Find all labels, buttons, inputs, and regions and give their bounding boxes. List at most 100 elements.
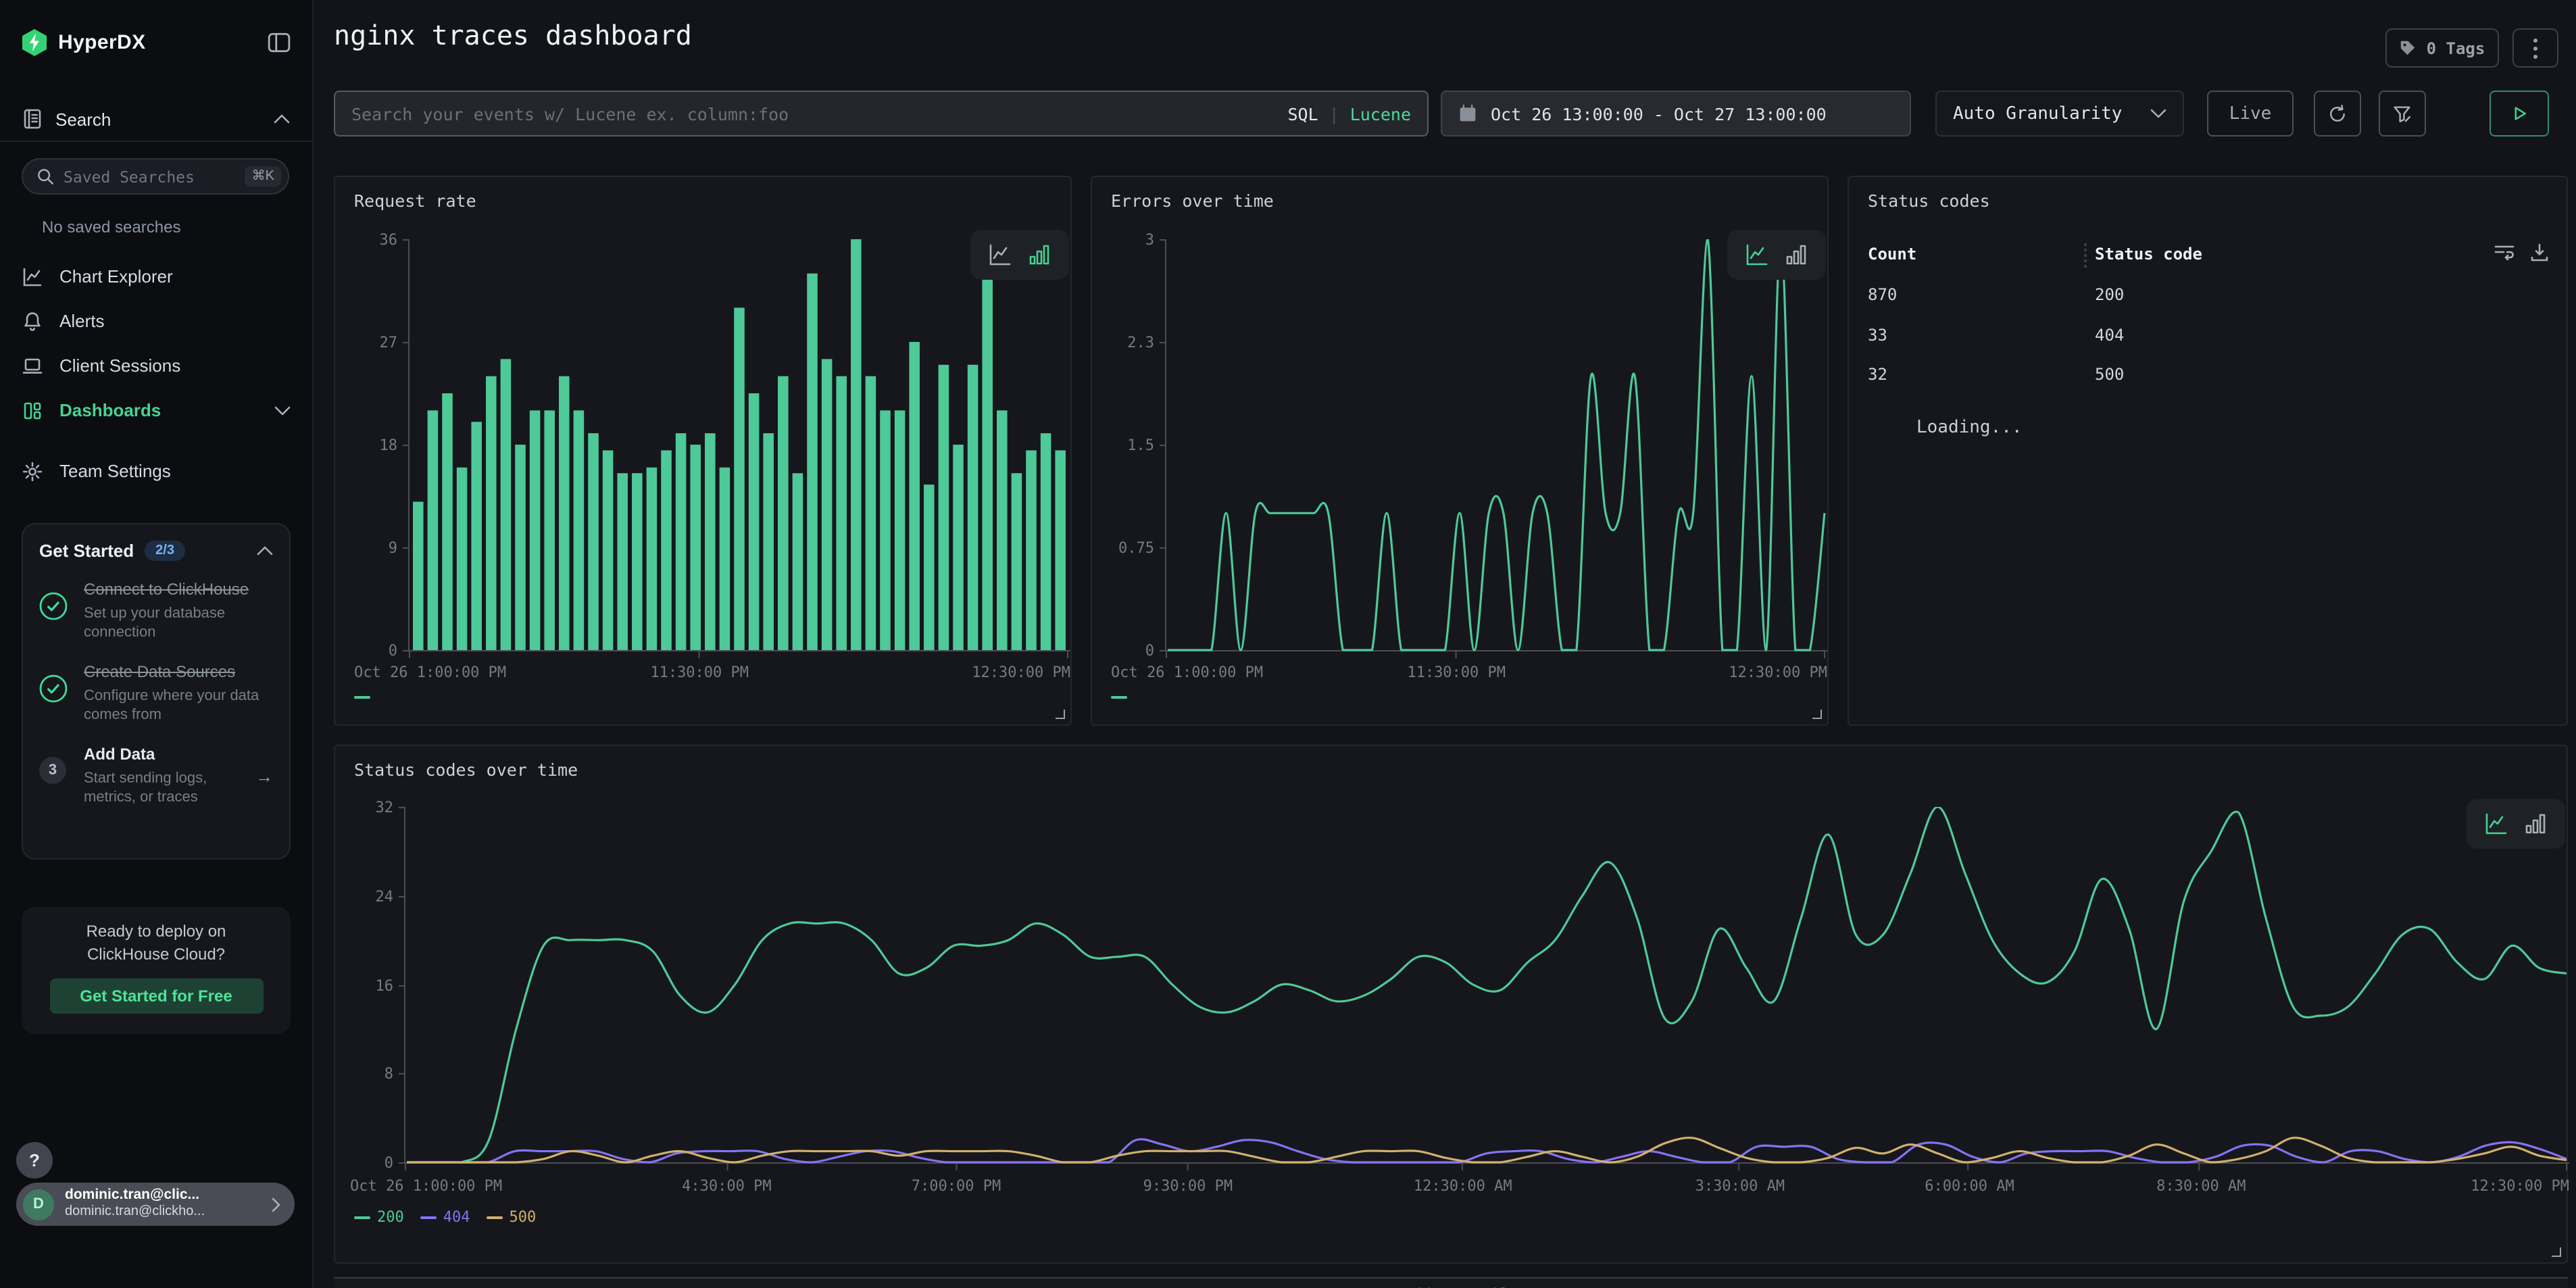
sql-toggle[interactable]: SQL (1287, 103, 1318, 124)
sidebar-item-label: Alerts (59, 311, 291, 331)
y-tick-label: 3 (1145, 231, 1154, 249)
y-tick-label: 0 (1145, 642, 1154, 660)
date-range-value: Oct 26 13:00:00 - Oct 27 13:00:00 (1491, 103, 1827, 124)
sidebar-collapse-icon[interactable] (268, 32, 291, 52)
download-icon[interactable] (2529, 242, 2550, 264)
sidebar-item-dashboards[interactable]: Dashboards (0, 388, 312, 432)
hyperdx-logo-icon (22, 28, 47, 56)
bar-chart-icon[interactable] (1029, 243, 1051, 266)
event-search-input[interactable]: Search your events w/ Lucene ex. column:… (334, 91, 1429, 137)
x-tick-label: 7:00:00 PM (912, 1177, 1001, 1195)
dashboard-grid-icon (22, 399, 43, 421)
chevron-down-icon (2150, 108, 2166, 119)
x-tick-label: 12:30:00 PM (972, 664, 1070, 681)
get-started-header[interactable]: Get Started 2/3 (39, 541, 273, 561)
get-started-item[interactable]: Connect to ClickHouseSet up your databas… (39, 580, 273, 642)
x-axis: Oct 26 1:00:00 PM11:30:00 PM12:30:00 PM (408, 664, 1070, 683)
x-tick-label: Oct 26 1:00:00 PM (350, 1177, 502, 1195)
wrap-rows-icon[interactable] (2494, 242, 2515, 264)
user-menu[interactable]: D dominic.tran@clic... dominic.tran@clic… (16, 1183, 295, 1226)
legend-dash (487, 1216, 503, 1218)
x-tick-label: 12:30:00 PM (2471, 1177, 2569, 1195)
user-email: dominic.tran@clickho... (65, 1205, 261, 1222)
sidebar-item-search[interactable]: Search (22, 105, 291, 132)
get-started-item[interactable]: 3 Add Data Start sending logs, metrics, or… (39, 745, 273, 808)
sidebar-item-team-settings[interactable]: Team Settings (0, 449, 312, 493)
legend-item[interactable]: 500 (487, 1208, 537, 1226)
refresh-button[interactable] (2314, 91, 2361, 137)
saved-searches-input[interactable]: Saved Searches ⌘K (22, 158, 289, 195)
chevron-up-icon (257, 546, 273, 555)
run-query-button[interactable] (2490, 91, 2549, 137)
bar-chart-icon[interactable] (2525, 812, 2548, 835)
x-tick-label: 11:30:00 PM (1407, 664, 1506, 681)
x-tick-label: 9:30:00 PM (1143, 1177, 1233, 1195)
sidebar-item-alerts[interactable]: Alerts (0, 299, 312, 343)
sidebar-item-label: Dashboards (59, 400, 258, 420)
hyperdx-app: HyperDX Search Saved Searches ⌘K No save… (0, 0, 2576, 1288)
x-tick-label: Oct 26 1:00:00 PM (354, 664, 506, 681)
search-icon (36, 168, 54, 185)
chart-plot (400, 239, 1070, 660)
sidebar-item-client-sessions[interactable]: Client Sessions (0, 343, 312, 388)
line-chart-icon[interactable] (1745, 243, 1768, 266)
logo-row: HyperDX (22, 27, 291, 57)
check-circle-icon (39, 592, 68, 620)
filter-button[interactable] (2379, 91, 2426, 137)
gear-icon (22, 460, 43, 482)
sidebar-nav: Chart Explorer Alerts Client Sessions Dashb… (0, 254, 312, 493)
main-content: nginx traces dashboard 0 Tags Search you… (312, 0, 2576, 1288)
tags-button[interactable]: 0 Tags (2385, 28, 2499, 68)
dashboard-menu-button[interactable] (2512, 28, 2558, 68)
line-chart-icon[interactable] (988, 243, 1011, 266)
resize-handle[interactable] (1056, 710, 1065, 719)
y-axis: 32.31.50.750 (1103, 239, 1154, 650)
legend-item[interactable] (1111, 696, 1127, 699)
granularity-select[interactable]: Auto Granularity (1935, 91, 2184, 137)
cell-count: 32 (1868, 365, 1887, 384)
sidebar-item-chart-explorer[interactable]: Chart Explorer (0, 254, 312, 299)
column-header-count[interactable]: Count (1868, 245, 1916, 264)
x-axis: Oct 26 1:00:00 PM11:30:00 PM12:30:00 PM (1165, 664, 1827, 683)
y-tick-label: 36 (380, 231, 398, 249)
chart-line-icon (22, 266, 43, 287)
legend-item[interactable] (354, 696, 370, 699)
event-search-placeholder: Search your events w/ Lucene ex. column:… (351, 103, 1277, 124)
y-axis: 36271890 (346, 239, 397, 650)
column-divider[interactable] (2084, 243, 2087, 268)
get-started-item-title: Add Data (84, 745, 239, 766)
x-tick-label: 11:30:00 PM (650, 664, 749, 681)
lucene-toggle[interactable]: Lucene (1350, 103, 1411, 124)
y-tick-label: 18 (380, 437, 398, 454)
sidebar-item-label: Search (55, 109, 261, 129)
column-header-status-code[interactable]: Status code (2095, 245, 2202, 264)
get-started-item-subtitle: Start sending logs, metrics, or traces (84, 769, 239, 808)
get-started-progress-badge: 2/3 (145, 541, 185, 561)
help-button[interactable]: ? (16, 1142, 53, 1179)
avatar: D (23, 1189, 54, 1220)
line-chart-icon[interactable] (2484, 812, 2507, 835)
table-header: Count Status code (1849, 245, 2567, 269)
sidebar-item-label: Client Sessions (59, 355, 291, 376)
y-tick-label: 24 (376, 888, 394, 906)
get-started-item[interactable]: Create Data SourcesConfigure where your … (39, 662, 273, 724)
resize-handle[interactable] (2552, 1247, 2561, 1257)
chart-plot (396, 807, 2569, 1172)
brand-name: HyperDX (58, 30, 257, 53)
cell-count: 870 (1868, 285, 1897, 304)
get-started-item-subtitle: Set up your database connection (84, 603, 273, 642)
step-number-badge: 3 (39, 758, 66, 785)
legend-item[interactable]: 404 (420, 1208, 470, 1226)
add-new-tile-button[interactable]: + Add New Tile (334, 1277, 2568, 1288)
legend-item[interactable]: 200 (354, 1208, 404, 1226)
bell-icon (22, 310, 43, 332)
date-range-input[interactable]: Oct 26 13:00:00 - Oct 27 13:00:00 (1441, 91, 1911, 137)
check-circle-icon (39, 674, 68, 703)
bar-chart-icon[interactable] (1785, 243, 1808, 266)
legend-dash (1111, 696, 1127, 699)
get-started-free-button[interactable]: Get Started for Free (49, 979, 263, 1014)
chart-legend (354, 696, 370, 699)
tile-title: Request rate (354, 191, 476, 211)
live-button[interactable]: Live (2207, 91, 2294, 137)
resize-handle[interactable] (1812, 710, 1822, 719)
